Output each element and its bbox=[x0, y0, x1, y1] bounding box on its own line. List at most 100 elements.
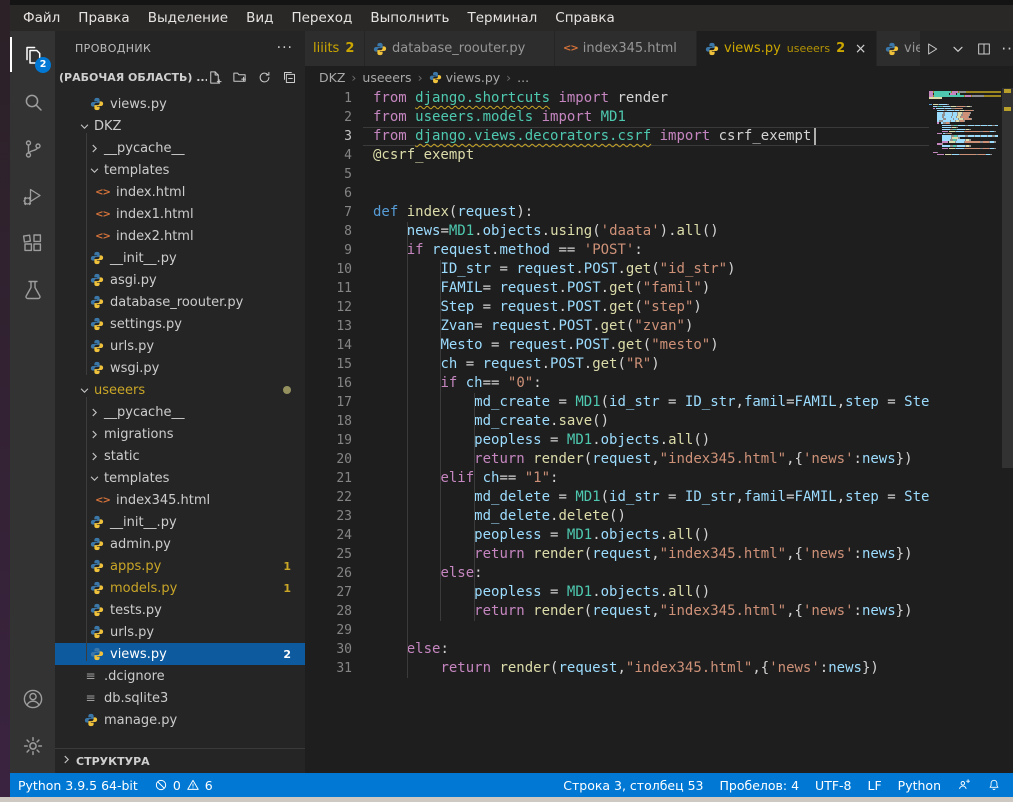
code-line-18[interactable]: 18 md_create.save() bbox=[305, 412, 929, 431]
code-line-29[interactable]: 29 bbox=[305, 621, 929, 640]
menu-Правка[interactable]: Правка bbox=[69, 5, 138, 31]
code-line-31[interactable]: 31 return render(request,"index345.html"… bbox=[305, 659, 929, 678]
ws-action-new-folder-icon[interactable] bbox=[232, 70, 247, 85]
line-number[interactable]: 26 bbox=[305, 564, 352, 583]
tree-item-settings.py[interactable]: settings.py bbox=[55, 313, 305, 335]
tree-item-models.py[interactable]: models.py1 bbox=[55, 577, 305, 599]
tree-item-__pycache__[interactable]: __pycache__ bbox=[55, 137, 305, 159]
line-number[interactable]: 18 bbox=[305, 412, 352, 431]
sidebar-more-actions[interactable]: ··· bbox=[277, 40, 293, 56]
code-line-11[interactable]: 11 FAMIL= request.POST.get("famil") bbox=[305, 279, 929, 298]
tree-item-DKZ[interactable]: DKZ bbox=[55, 115, 305, 137]
line-number[interactable]: 30 bbox=[305, 640, 352, 659]
tree-item-manage.py[interactable]: manage.py bbox=[55, 709, 305, 731]
line-number[interactable]: 3 bbox=[305, 127, 352, 146]
code-line-8[interactable]: 8 news=MD1.objects.using('daata').all() bbox=[305, 222, 929, 241]
tree-item-apps.py[interactable]: apps.py1 bbox=[55, 555, 305, 577]
status-indentation[interactable]: Пробелов: 4 bbox=[712, 773, 808, 797]
tree-item-database_roouter.py[interactable]: database_roouter.py bbox=[55, 291, 305, 313]
code-line-6[interactable]: 6 bbox=[305, 184, 929, 203]
close-icon[interactable]: × bbox=[853, 41, 868, 57]
status-cursor-position[interactable]: Строка 3, столбец 53 bbox=[555, 773, 711, 797]
breadcrumb-item-views.py[interactable]: views.py bbox=[429, 70, 501, 85]
tab-vie[interactable]: vie bbox=[877, 31, 921, 66]
minimap[interactable] bbox=[929, 88, 1001, 198]
activity-source-control-icon[interactable] bbox=[10, 125, 55, 172]
line-number[interactable]: 2 bbox=[305, 108, 352, 127]
breadcrumb-item-DKZ[interactable]: DKZ bbox=[319, 70, 345, 85]
activity-testing-icon[interactable] bbox=[10, 266, 55, 313]
tree-item-db.sqlite3[interactable]: ≡db.sqlite3 bbox=[55, 687, 305, 709]
code-line-26[interactable]: 26 else: bbox=[305, 564, 929, 583]
line-number[interactable]: 8 bbox=[305, 222, 352, 241]
tree-item-views.py[interactable]: views.py bbox=[55, 93, 305, 115]
tree-item-migrations[interactable]: migrations bbox=[55, 423, 305, 445]
line-number[interactable]: 16 bbox=[305, 374, 352, 393]
activity-extensions-icon[interactable] bbox=[10, 219, 55, 266]
code-line-5[interactable]: 5 bbox=[305, 165, 929, 184]
run-button[interactable] bbox=[921, 37, 943, 61]
ws-action-collapse-all-icon[interactable] bbox=[282, 70, 297, 85]
menu-Справка[interactable]: Справка bbox=[546, 5, 623, 31]
line-number[interactable]: 23 bbox=[305, 507, 352, 526]
code-line-9[interactable]: 9 if request.method == 'POST': bbox=[305, 241, 929, 260]
code-line-28[interactable]: 28 return render(request,"index345.html"… bbox=[305, 602, 929, 621]
status-eol[interactable]: LF bbox=[860, 773, 890, 797]
breadcrumb-item-...[interactable]: ... bbox=[517, 70, 529, 85]
code-line-10[interactable]: 10 ID_str = request.POST.get("id_str") bbox=[305, 260, 929, 279]
tree-item-__init__.py[interactable]: __init__.py bbox=[55, 511, 305, 533]
tree-item-admin.py[interactable]: admin.py bbox=[55, 533, 305, 555]
tree-item-urls.py[interactable]: urls.py bbox=[55, 621, 305, 643]
line-number[interactable]: 27 bbox=[305, 583, 352, 602]
tree-item-templates[interactable]: templates bbox=[55, 467, 305, 489]
menu-Переход[interactable]: Переход bbox=[282, 5, 361, 31]
menu-Вид[interactable]: Вид bbox=[237, 5, 282, 31]
status-problems[interactable]: 06 bbox=[146, 773, 221, 797]
tree-item-static[interactable]: static bbox=[55, 445, 305, 467]
code-line-25[interactable]: 25 return render(request,"index345.html"… bbox=[305, 545, 929, 564]
code-line-24[interactable]: 24 peopless = MD1.objects.all() bbox=[305, 526, 929, 545]
code-editor[interactable]: 1from django.shortcuts import render2fro… bbox=[305, 88, 1013, 752]
menu-Выполнить[interactable]: Выполнить bbox=[361, 5, 458, 31]
menu-Файл[interactable]: Файл bbox=[14, 5, 69, 31]
menu-Выделение[interactable]: Выделение bbox=[139, 5, 237, 31]
line-number[interactable]: 31 bbox=[305, 659, 352, 678]
code-line-23[interactable]: 23 md_delete.delete() bbox=[305, 507, 929, 526]
code-line-15[interactable]: 15 ch = request.POST.get("R") bbox=[305, 355, 929, 374]
tree-item-__pycache__[interactable]: __pycache__ bbox=[55, 401, 305, 423]
tab-database-roouter[interactable]: database_roouter.py bbox=[365, 31, 555, 66]
line-number[interactable]: 19 bbox=[305, 431, 352, 450]
code-line-12[interactable]: 12 Step = request.POST.get("step") bbox=[305, 298, 929, 317]
line-number[interactable]: 14 bbox=[305, 336, 352, 355]
line-number[interactable]: 21 bbox=[305, 469, 352, 488]
activity-search-icon[interactable] bbox=[10, 78, 55, 125]
code-line-13[interactable]: 13 Zvan= request.POST.get("zvan") bbox=[305, 317, 929, 336]
status-notifications-icon[interactable] bbox=[979, 773, 1009, 797]
line-number[interactable]: 10 bbox=[305, 260, 352, 279]
code-line-16[interactable]: 16 if ch== "0": bbox=[305, 374, 929, 393]
line-number[interactable]: 28 bbox=[305, 602, 352, 621]
tree-item-tests.py[interactable]: tests.py bbox=[55, 599, 305, 621]
status-language[interactable]: Python bbox=[890, 773, 949, 797]
code-line-4[interactable]: 4@csrf_exempt bbox=[305, 146, 929, 165]
tree-item-templates[interactable]: templates bbox=[55, 159, 305, 181]
status-python-version[interactable]: Python 3.9.5 64-bit bbox=[10, 773, 146, 797]
split-editor-button[interactable] bbox=[973, 37, 995, 61]
tree-item-__init__.py[interactable]: __init__.py bbox=[55, 247, 305, 269]
outline-section-header[interactable]: СТРУКТУРА bbox=[55, 748, 305, 773]
code-line-1[interactable]: 1from django.shortcuts import render bbox=[305, 89, 929, 108]
line-number[interactable]: 1 bbox=[305, 89, 352, 108]
line-number[interactable]: 6 bbox=[305, 184, 352, 203]
breadcrumb-item-useeers[interactable]: useeers bbox=[362, 70, 411, 85]
line-number[interactable]: 22 bbox=[305, 488, 352, 507]
status-feedback-icon[interactable] bbox=[949, 773, 979, 797]
activity-run-debug-icon[interactable] bbox=[10, 172, 55, 219]
activity-explorer-icon[interactable]: 2 bbox=[10, 31, 55, 78]
vertical-scrollbar[interactable] bbox=[1002, 88, 1013, 468]
line-number[interactable]: 29 bbox=[305, 621, 352, 640]
activity-account-icon[interactable] bbox=[10, 675, 55, 722]
workspace-section-header[interactable]: (РАБОЧАЯ ОБЛАСТЬ) ... bbox=[55, 65, 305, 89]
tree-item-wsgi.py[interactable]: wsgi.py bbox=[55, 357, 305, 379]
tab-index345[interactable]: <>index345.html bbox=[555, 31, 697, 66]
menu-Терминал[interactable]: Терминал bbox=[458, 5, 546, 31]
